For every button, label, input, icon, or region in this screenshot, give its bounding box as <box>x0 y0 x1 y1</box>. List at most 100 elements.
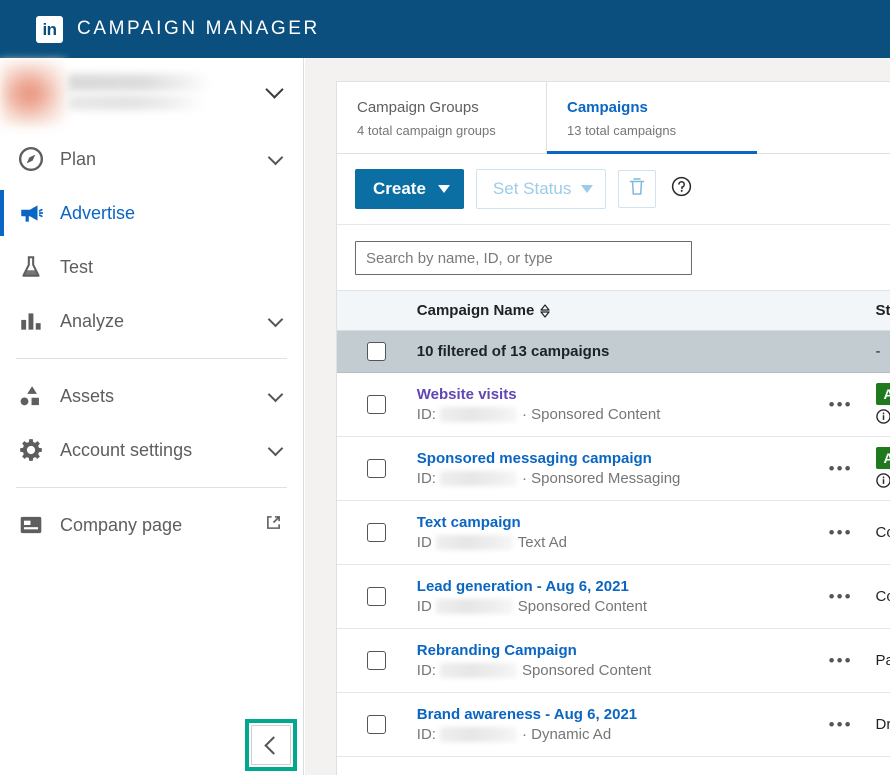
campaign-type: Sponsored Content <box>531 406 660 423</box>
chevron-down-icon <box>438 185 450 193</box>
status-badge: Active <box>876 447 890 469</box>
table-row: Website visits ID: · Sponsored Content •… <box>337 373 890 437</box>
status-badge: Active <box>876 383 890 405</box>
sidebar-item-test[interactable]: Test <box>0 240 303 294</box>
summary-checkbox-cell <box>337 342 417 361</box>
campaign-name-link[interactable]: Text campaign <box>417 514 806 531</box>
info-icon <box>876 409 890 427</box>
sidebar-divider-1 <box>16 358 287 359</box>
sidebar-item-plan[interactable]: Plan <box>0 132 303 186</box>
main-content: Campaign Groups 4 total campaign groups … <box>305 58 890 775</box>
campaign-id-redacted <box>440 471 517 486</box>
row-actions-menu[interactable]: ••• <box>829 715 853 735</box>
meta-separator: · <box>522 406 527 423</box>
sidebar-item-label: Test <box>60 257 303 278</box>
campaign-id-label: ID: <box>417 406 436 423</box>
help-button[interactable] <box>671 176 692 202</box>
row-actions-menu[interactable]: ••• <box>829 459 853 479</box>
campaign-name-link[interactable]: Sponsored messaging campaign <box>417 450 806 467</box>
account-subtitle-redacted <box>68 95 206 110</box>
table-toolbar: Create Set Status <box>337 154 890 225</box>
campaigns-card: Campaign Groups 4 total campaign groups … <box>336 81 890 775</box>
campaign-meta: ID: · Sponsored Messaging <box>417 470 806 487</box>
row-actions-menu[interactable]: ••• <box>829 651 853 671</box>
campaign-meta: ID: · Sponsored Content <box>417 406 806 423</box>
campaign-manager-page: in CAMPAIGN MANAGER <box>0 0 890 775</box>
sidebar-item-advertise[interactable]: Advertise <box>0 186 303 240</box>
sidebar-item-analyze[interactable]: Analyze <box>0 294 303 348</box>
status-note: Not runn <box>876 473 890 491</box>
campaign-name-link[interactable]: Website visits <box>417 386 806 403</box>
row-actions-menu[interactable]: ••• <box>829 523 853 543</box>
campaign-id-redacted <box>440 407 517 422</box>
table-header-row: Campaign Name Status <box>337 290 890 331</box>
row-checkbox[interactable] <box>367 715 386 734</box>
row-checkbox[interactable] <box>367 523 386 542</box>
gear-icon <box>16 437 46 463</box>
row-checkbox[interactable] <box>367 459 386 478</box>
campaign-type: Text Ad <box>518 534 567 551</box>
header-status[interactable]: Status <box>876 302 890 319</box>
row-checkbox[interactable] <box>367 651 386 670</box>
set-status-button[interactable]: Set Status <box>476 169 606 209</box>
compass-icon <box>16 146 46 172</box>
sidebar: Plan Advertise <box>0 58 304 775</box>
tab-title: Campaign Groups <box>357 99 526 116</box>
campaign-type: Sponsored Messaging <box>531 470 680 487</box>
megaphone-icon <box>16 200 46 226</box>
campaign-name-link[interactable]: Rebranding Campaign <box>417 642 806 659</box>
account-avatar <box>0 61 65 126</box>
sidebar-item-company-page[interactable]: Company page <box>0 498 303 552</box>
external-link-icon <box>266 515 281 535</box>
tab-campaigns[interactable]: Campaigns 13 total campaigns <box>547 82 757 154</box>
table-summary-row: 10 filtered of 13 campaigns - <box>337 331 890 373</box>
sidebar-item-label: Account settings <box>60 440 270 461</box>
help-circle-icon <box>671 176 692 197</box>
campaign-meta: ID Sponsored Content <box>417 598 806 615</box>
create-button[interactable]: Create <box>355 169 464 209</box>
summary-status: - <box>876 343 890 360</box>
plan-chevron-down-icon[interactable] <box>270 150 281 168</box>
account-name-redacted <box>68 74 210 91</box>
sidebar-nav: Plan Advertise <box>0 132 303 552</box>
campaign-id-redacted <box>440 663 517 678</box>
delete-button[interactable] <box>618 170 656 208</box>
trash-icon <box>628 177 646 201</box>
row-actions-menu[interactable]: ••• <box>829 587 853 607</box>
account-selector[interactable] <box>0 58 303 126</box>
status-text-wrap: Paused <box>876 652 890 669</box>
header-campaign-name[interactable]: Campaign Name <box>417 302 806 319</box>
account-settings-chevron-down-icon[interactable] <box>270 441 281 459</box>
search-input[interactable] <box>355 241 692 275</box>
row-checkbox[interactable] <box>367 587 386 606</box>
account-chevron-down-icon[interactable] <box>268 83 281 101</box>
campaign-meta: ID: Sponsored Content <box>417 662 806 679</box>
status-text: Completed <box>876 524 890 541</box>
sidebar-item-label: Assets <box>60 386 270 407</box>
tab-subtitle: 13 total campaigns <box>567 123 737 138</box>
assets-chevron-down-icon[interactable] <box>270 387 281 405</box>
campaign-id-label: ID: <box>417 662 436 679</box>
sidebar-item-account-settings[interactable]: Account settings <box>0 423 303 477</box>
campaign-name-link[interactable]: Brand awareness - Aug 6, 2021 <box>417 706 806 723</box>
app-title: CAMPAIGN MANAGER <box>77 18 320 40</box>
meta-separator: · <box>522 470 527 487</box>
row-checkbox[interactable] <box>367 395 386 414</box>
campaign-name-link[interactable]: Lead generation - Aug 6, 2021 <box>417 578 806 595</box>
sidebar-item-label: Analyze <box>60 311 270 332</box>
sidebar-collapse-button[interactable] <box>251 725 291 765</box>
campaign-type: Sponsored Content <box>522 662 651 679</box>
sort-icon[interactable] <box>539 303 551 319</box>
campaign-type: Dynamic Ad <box>531 726 611 743</box>
search-area <box>337 225 890 290</box>
sidebar-item-assets[interactable]: Assets <box>0 369 303 423</box>
chevron-down-icon <box>581 185 593 193</box>
tab-campaign-groups[interactable]: Campaign Groups 4 total campaign groups <box>337 82 547 153</box>
analyze-chevron-down-icon[interactable] <box>270 312 281 330</box>
row-actions-menu[interactable]: ••• <box>829 395 853 415</box>
status-text: Paused <box>876 652 890 669</box>
select-all-checkbox[interactable] <box>367 342 386 361</box>
campaign-type: Sponsored Content <box>518 598 647 615</box>
campaign-meta: ID: · Dynamic Ad <box>417 726 806 743</box>
sidebar-item-label: Advertise <box>60 203 303 224</box>
